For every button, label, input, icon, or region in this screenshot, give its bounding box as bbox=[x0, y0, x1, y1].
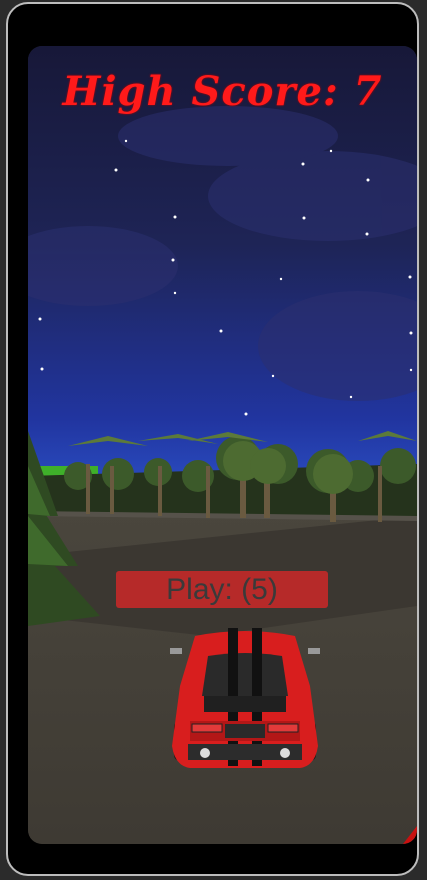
phone-frame: High Score: 7 Play: (5) bbox=[6, 2, 419, 876]
high-score-label: High Score: 7 bbox=[62, 68, 383, 115]
game-screen: High Score: 7 Play: (5) bbox=[28, 46, 417, 844]
player-car bbox=[170, 628, 320, 768]
play-button[interactable]: Play: (5) bbox=[116, 571, 328, 608]
